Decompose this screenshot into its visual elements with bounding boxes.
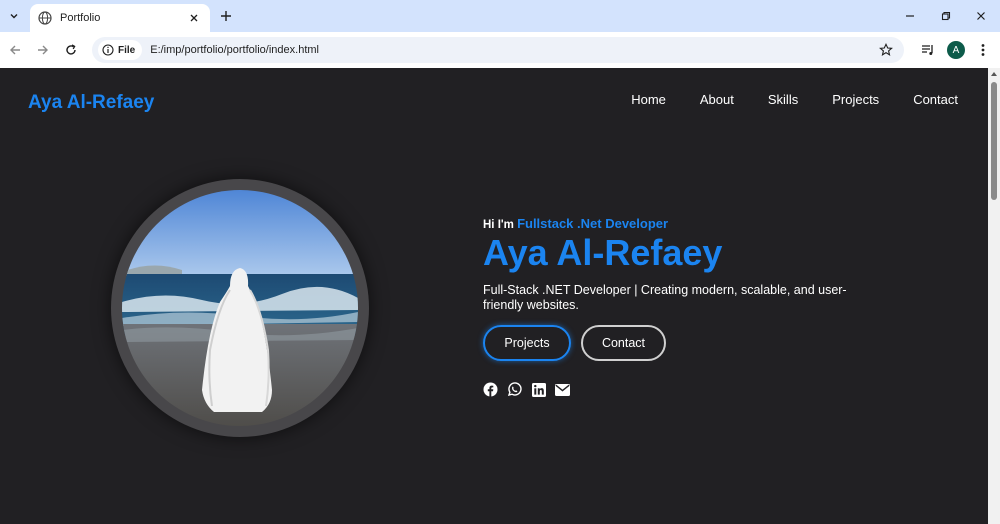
close-icon[interactable] <box>186 10 202 26</box>
info-icon <box>102 44 114 56</box>
media-icon[interactable] <box>918 40 938 60</box>
tab-search-icon[interactable] <box>4 6 24 26</box>
nav-contact[interactable]: Contact <box>913 92 958 107</box>
chip-label: File <box>118 44 136 56</box>
active-tab[interactable]: Portfolio <box>30 4 210 32</box>
site-logo[interactable]: Aya Al-Refaey <box>28 92 154 114</box>
whatsapp-icon[interactable] <box>507 382 522 397</box>
minimize-icon[interactable] <box>900 6 920 26</box>
hero-greeting: Hi I'm Fullstack .Net Developer <box>483 216 883 231</box>
site-info-chip[interactable]: File <box>98 40 143 60</box>
star-icon[interactable] <box>876 40 896 60</box>
greeting-text: Hi I'm <box>483 219 514 231</box>
tab-bar: Portfolio <box>0 0 1000 32</box>
projects-button[interactable]: Projects <box>483 325 571 361</box>
close-window-icon[interactable] <box>971 6 991 26</box>
profile-photo <box>122 190 358 426</box>
url-text[interactable]: E:/imp/portfolio/portfolio/index.html <box>150 44 876 56</box>
social-links <box>483 382 883 397</box>
hero-section: Hi I'm Fullstack .Net Developer Aya Al-R… <box>483 216 883 397</box>
hero-role: Fullstack .Net Developer <box>517 216 669 231</box>
restore-icon[interactable] <box>936 6 956 26</box>
menu-icon[interactable] <box>973 40 993 60</box>
globe-icon <box>38 11 52 25</box>
tab-title: Portfolio <box>60 12 101 24</box>
reload-icon[interactable] <box>61 40 81 60</box>
site-nav: Home About Skills Projects Contact <box>597 92 958 107</box>
avatar[interactable]: A <box>947 41 965 59</box>
contact-button[interactable]: Contact <box>581 325 666 361</box>
back-icon[interactable] <box>5 40 25 60</box>
scroll-up-icon[interactable] <box>990 70 998 78</box>
nav-home[interactable]: Home <box>631 92 666 107</box>
linkedin-icon[interactable] <box>531 382 546 397</box>
address-bar[interactable]: File E:/imp/portfolio/portfolio/index.ht… <box>92 37 904 63</box>
forward-icon[interactable] <box>33 40 53 60</box>
email-icon[interactable] <box>555 382 570 397</box>
nav-projects[interactable]: Projects <box>832 92 879 107</box>
page-scrollbar[interactable] <box>988 68 1000 524</box>
scroll-thumb[interactable] <box>991 82 997 200</box>
facebook-icon[interactable] <box>483 382 498 397</box>
nav-skills[interactable]: Skills <box>768 92 798 107</box>
hero-description: Full-Stack .NET Developer | Creating mod… <box>483 283 847 312</box>
hero-buttons: Projects Contact <box>483 325 883 361</box>
browser-toolbar: File E:/imp/portfolio/portfolio/index.ht… <box>0 32 1000 68</box>
profile-photo-frame <box>111 179 369 437</box>
page-viewport: Aya Al-Refaey Home About Skills Projects… <box>0 68 988 524</box>
hero-name: Aya Al-Refaey <box>483 232 723 273</box>
nav-about[interactable]: About <box>700 92 734 107</box>
plus-icon[interactable] <box>216 7 236 25</box>
